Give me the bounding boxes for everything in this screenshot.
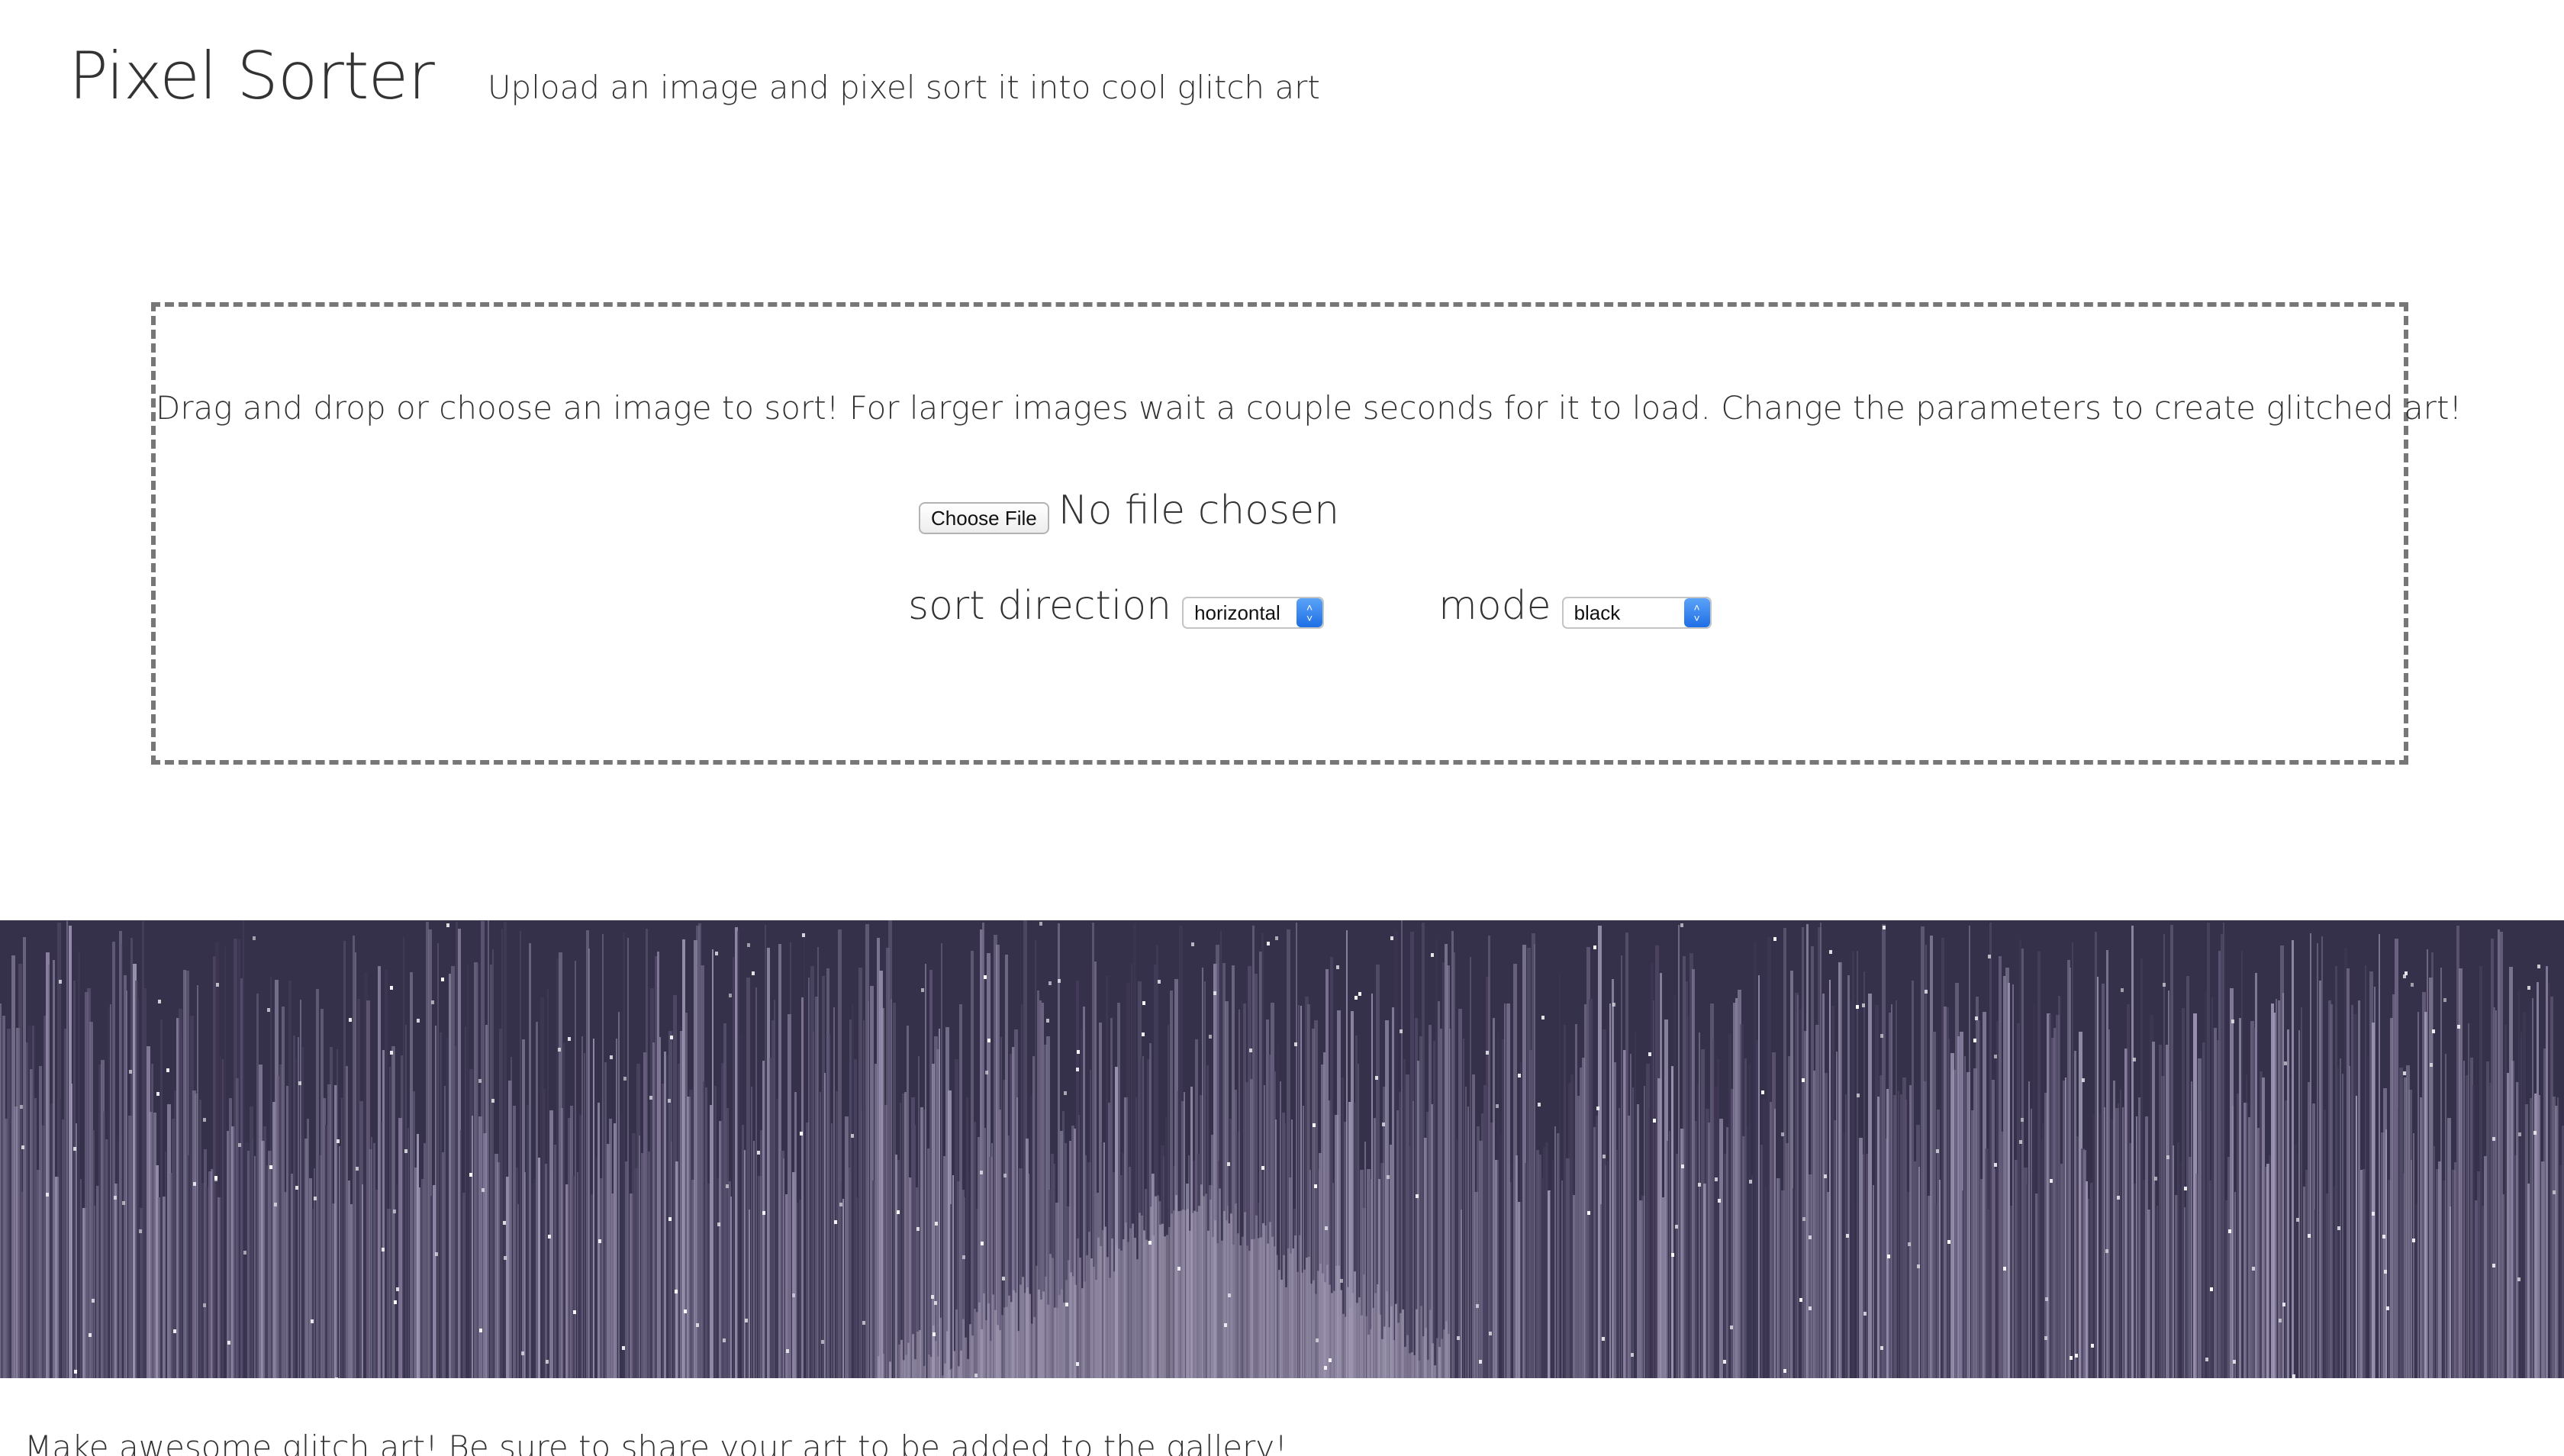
site-tagline: Upload an image and pixel sort it into c… — [487, 69, 1320, 106]
page: Pixel Sorter Upload an image and pixel s… — [0, 0, 2564, 1456]
sort-direction-label: sort direction — [908, 583, 1172, 629]
file-status-text: No file chosen — [1058, 488, 1340, 533]
glitch-art-banner — [0, 920, 2564, 1378]
file-input-row: Choose File No file chosen — [919, 487, 1339, 534]
up-down-chevron-icon: ˄ ˅ — [1296, 598, 1323, 627]
mode-select[interactable]: black ˄ ˅ — [1561, 597, 1712, 629]
sort-direction-value: horizontal — [1194, 601, 1280, 624]
glitch-art-image — [0, 920, 2564, 1378]
footer-text: Make awesome glitch art! Be sure to shar… — [24, 1429, 1288, 1456]
mode-label: mode — [1438, 583, 1551, 629]
choose-file-button[interactable]: Choose File — [919, 502, 1049, 534]
site-title: Pixel Sorter — [69, 38, 435, 114]
up-down-chevron-icon: ˄ ˅ — [1683, 598, 1710, 627]
image-dropzone[interactable]: Drag and drop or choose an image to sort… — [151, 302, 2463, 765]
sort-direction-select[interactable]: horizontal ˄ ˅ — [1182, 597, 1325, 629]
mode-value: black — [1574, 601, 1621, 624]
sort-options-row: sort direction horizontal ˄ ˅ mode black … — [908, 583, 1712, 629]
header: Pixel Sorter Upload an image and pixel s… — [69, 29, 1320, 124]
dropzone-instructions: Drag and drop or choose an image to sort… — [156, 389, 2463, 427]
